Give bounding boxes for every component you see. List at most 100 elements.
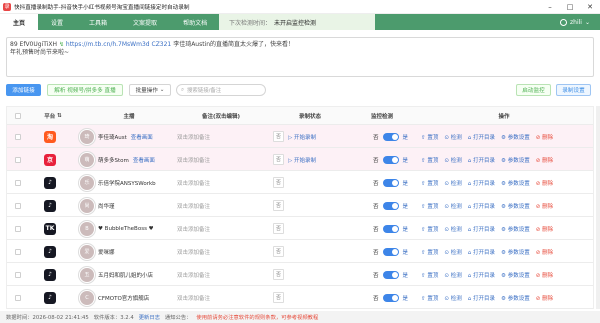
delete-button[interactable]: ⊘ 删除: [536, 133, 553, 141]
parse-live-button[interactable]: 解析 视频号/拼多多 直播: [47, 84, 123, 96]
pin-button[interactable]: ⇧ 置顶: [421, 294, 438, 302]
monitor-toggle[interactable]: [382, 224, 399, 233]
add-link-button[interactable]: 添加链接: [6, 84, 41, 96]
open-folder-button[interactable]: ⌂ 打开目录: [468, 271, 495, 279]
note-cell[interactable]: 双击添加备注: [177, 286, 210, 309]
pin-button[interactable]: ⇧ 置顶: [421, 271, 438, 279]
check-button[interactable]: ⊙ 检测: [444, 271, 461, 279]
check-button[interactable]: ⊙ 检测: [444, 179, 461, 187]
update-log-link[interactable]: 更新日志: [139, 313, 160, 321]
monitor-toggle[interactable]: [382, 201, 399, 210]
pin-button[interactable]: ⇧ 置顶: [421, 179, 438, 187]
chevron-down-icon: ⌄: [584, 18, 590, 26]
record-settings-button[interactable]: 录制设置: [556, 84, 591, 96]
user-menu[interactable]: zhili ⌄: [560, 14, 590, 30]
start-record-button[interactable]: ▷ 开始录制: [288, 133, 316, 141]
row-checkbox[interactable]: [15, 217, 21, 240]
open-folder-button[interactable]: ⌂ 打开目录: [468, 156, 495, 164]
note-cell[interactable]: 双击添加备注: [177, 217, 210, 240]
open-folder-button[interactable]: ⌂ 打开目录: [468, 179, 495, 187]
delete-button[interactable]: ⊘ 删除: [536, 179, 553, 187]
note-cell[interactable]: 双击添加备注: [177, 171, 210, 194]
note-cell[interactable]: 双击添加备注: [177, 148, 210, 171]
row-checkbox[interactable]: [15, 194, 21, 217]
monitor-toggle[interactable]: [382, 293, 399, 302]
param-settings-button[interactable]: ⚙ 参数设置: [501, 225, 530, 233]
delete-icon: ⊘: [535, 157, 541, 164]
anchor-name: 李佳琦Aust: [98, 134, 127, 141]
check-button[interactable]: ⊙ 检测: [444, 156, 461, 164]
anchor-name: 爱咪娜: [98, 249, 115, 256]
open-folder-button[interactable]: ⌂ 打开目录: [468, 294, 495, 302]
view-screen-link[interactable]: 查看画面: [131, 133, 153, 141]
check-button[interactable]: ⊙ 检测: [444, 133, 461, 141]
check-button[interactable]: ⊙ 检测: [444, 294, 461, 302]
param-settings-button[interactable]: ⚙ 参数设置: [501, 202, 530, 210]
check-button[interactable]: ⊙ 检测: [444, 248, 461, 256]
start-monitor-button[interactable]: 启动监控: [516, 84, 551, 96]
tab-toolbox[interactable]: 工具箱: [76, 14, 120, 30]
check-button[interactable]: ⊙ 检测: [444, 202, 461, 210]
open-folder-button[interactable]: ⌂ 打开目录: [468, 225, 495, 233]
delete-button[interactable]: ⊘ 删除: [536, 271, 553, 279]
check-icon: ⊙: [444, 180, 449, 187]
delete-button[interactable]: ⊘ 删除: [536, 248, 553, 256]
note-cell[interactable]: 双击添加备注: [177, 125, 210, 148]
tab-home[interactable]: 主页: [0, 14, 39, 30]
param-settings-button[interactable]: ⚙ 参数设置: [501, 294, 530, 302]
delete-button[interactable]: ⊘ 删除: [536, 294, 553, 302]
monitor-cell: 否 是: [373, 293, 409, 302]
tab-help[interactable]: 帮助文档: [170, 14, 220, 30]
search-input[interactable]: ⌕ 搜索链接/备注: [176, 84, 266, 96]
param-settings-button[interactable]: ⚙ 参数设置: [501, 248, 530, 256]
delete-button[interactable]: ⊘ 删除: [536, 156, 553, 164]
row-checkbox[interactable]: [15, 171, 21, 194]
link-input[interactable]: 89 EfV0UgiTiXH ↯ https://m.tb.cn/h.7MsWm…: [6, 37, 594, 77]
anchor-cell: 爱 爱咪娜: [79, 240, 115, 263]
scrollbar[interactable]: [596, 106, 600, 309]
avatar: C: [79, 289, 95, 306]
param-settings-button[interactable]: ⚙ 参数设置: [501, 179, 530, 187]
open-folder-button[interactable]: ⌂ 打开目录: [468, 202, 495, 210]
note-cell[interactable]: 双击添加备注: [177, 240, 210, 263]
minimize-icon[interactable]: –: [540, 0, 560, 14]
param-settings-button[interactable]: ⚙ 参数设置: [501, 156, 530, 164]
row-checkbox[interactable]: [15, 286, 21, 309]
delete-button[interactable]: ⊘ 删除: [536, 225, 553, 233]
tab-settings[interactable]: 设置: [38, 14, 76, 30]
monitor-toggle[interactable]: [382, 270, 399, 279]
anchor-name: 萌多多Stom: [98, 157, 129, 164]
tab-text-extract[interactable]: 文案提取: [120, 14, 170, 30]
monitor-toggle[interactable]: [382, 247, 399, 256]
start-record-button[interactable]: ▷ 开始录制: [288, 156, 316, 164]
actions-cell: ⇧ 置顶 ⊙ 检测 ⌂ 打开目录 ⚙ 参数设置 ⊘ 删除: [421, 217, 553, 240]
record-status-badge: 否: [273, 200, 285, 211]
row-checkbox[interactable]: [15, 240, 21, 263]
delete-icon: ⊘: [535, 226, 541, 233]
input-url[interactable]: https://m.tb.cn/h.7MsWm3d: [66, 41, 150, 48]
view-screen-link[interactable]: 查看画面: [133, 156, 155, 164]
monitor-toggle[interactable]: [382, 132, 399, 141]
note-cell[interactable]: 双击添加备注: [177, 194, 210, 217]
pin-button[interactable]: ⇧ 置顶: [421, 133, 438, 141]
maximize-icon[interactable]: □: [560, 0, 580, 14]
delete-button[interactable]: ⊘ 删除: [536, 202, 553, 210]
pin-button[interactable]: ⇧ 置顶: [421, 225, 438, 233]
note-cell[interactable]: 双击添加备注: [177, 263, 210, 286]
pin-button[interactable]: ⇧ 置顶: [421, 248, 438, 256]
row-checkbox[interactable]: [15, 125, 21, 148]
check-button[interactable]: ⊙ 检测: [444, 225, 461, 233]
close-icon[interactable]: ✕: [580, 0, 600, 14]
monitor-toggle[interactable]: [382, 155, 399, 164]
open-folder-button[interactable]: ⌂ 打开目录: [468, 133, 495, 141]
select-all-checkbox[interactable]: [11, 107, 25, 125]
row-checkbox[interactable]: [15, 263, 21, 286]
batch-operation-select[interactable]: 批量操作 ⌄: [129, 84, 171, 96]
monitor-toggle[interactable]: [382, 178, 399, 187]
open-folder-button[interactable]: ⌂ 打开目录: [468, 248, 495, 256]
row-checkbox[interactable]: [15, 148, 21, 171]
param-settings-button[interactable]: ⚙ 参数设置: [501, 133, 530, 141]
pin-button[interactable]: ⇧ 置顶: [421, 202, 438, 210]
param-settings-button[interactable]: ⚙ 参数设置: [501, 271, 530, 279]
pin-button[interactable]: ⇧ 置顶: [421, 156, 438, 164]
